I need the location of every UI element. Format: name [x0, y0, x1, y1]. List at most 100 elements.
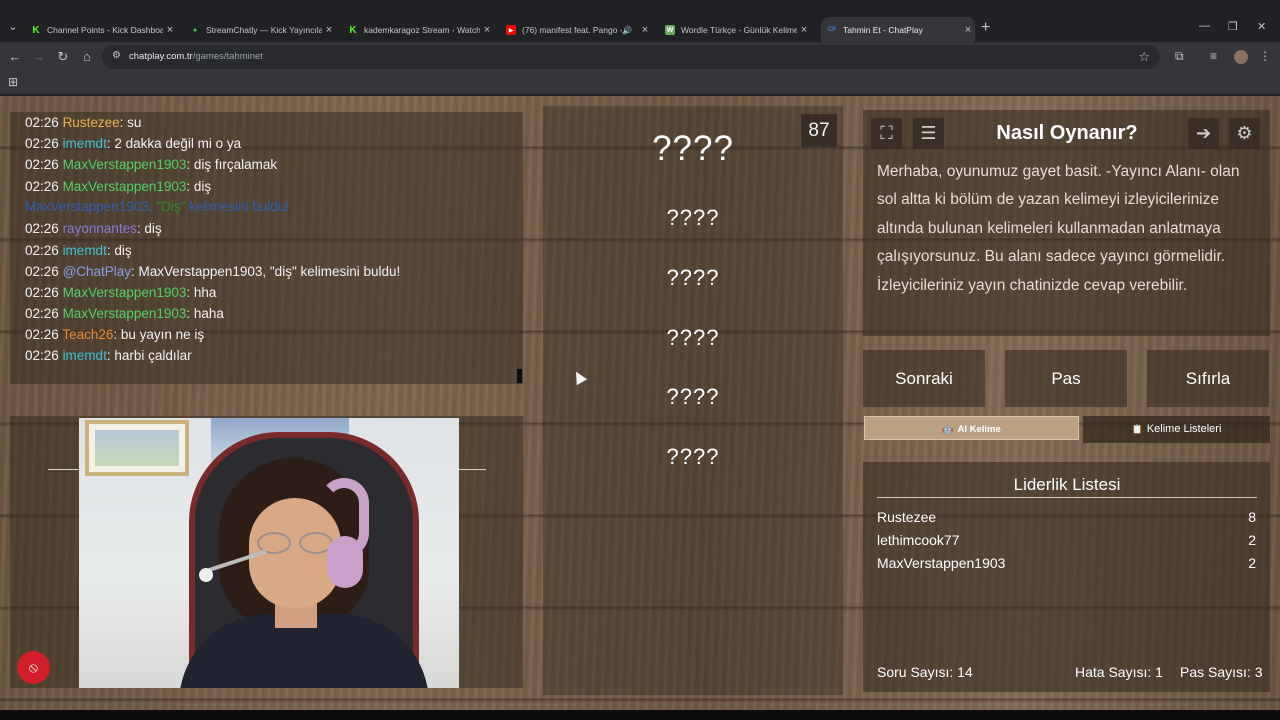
forward-icon[interactable]: → — [31, 49, 47, 65]
chat-text: : 2 dakka değil mi o ya — [106, 136, 242, 151]
minimize-icon[interactable]: — — [1199, 20, 1210, 32]
chat-message: 02:26 MaxVerstappen1903: haha — [25, 306, 224, 321]
next-button[interactable]: Sonraki — [863, 350, 985, 407]
how-to-play-text: Merhaba, oyunumuz gayet basit. -Yayıncı … — [877, 163, 1240, 294]
leaderboard-row: Rustezee 8 — [877, 509, 1257, 525]
chat-scrollbar[interactable] — [517, 369, 522, 383]
reset-button[interactable]: Sıfırla — [1147, 350, 1269, 407]
browser-tab[interactable]: Kkademkaragoz Stream - Watch × — [348, 20, 494, 40]
leaderboard-name: Rustezee — [877, 509, 937, 525]
tab-close-icon[interactable]: × — [480, 24, 494, 36]
reload-icon[interactable]: ↻ — [55, 49, 71, 65]
system-message-word: "Diş" — [156, 199, 186, 214]
tab-title: Tahmin Et - ChatPlay — [843, 24, 923, 35]
site-info-icon[interactable]: ⚙ — [112, 50, 121, 61]
menu-icon[interactable]: ⋮ — [1259, 49, 1271, 63]
main-word: ???? — [652, 129, 734, 168]
chat-timestamp: 02:26 — [25, 285, 59, 300]
taskbar-strip — [0, 710, 1280, 720]
chat-text: : harbi çaldılar — [106, 348, 192, 363]
chat-timestamp: 02:26 — [25, 221, 59, 236]
bookmark-star-icon[interactable]: ☆ — [1138, 49, 1150, 65]
tab-ai-word-label: AI Kelime — [957, 424, 1001, 435]
media-controls-icon[interactable]: ≡ — [1210, 49, 1217, 63]
tab-title: Wordle Türkçe - Günlük Kelime — [681, 25, 797, 35]
chat-username[interactable]: MaxVerstappen1903 — [63, 306, 187, 321]
pass-button[interactable]: Pas — [1005, 350, 1127, 407]
profile-avatar[interactable] — [1234, 50, 1248, 64]
microphone — [199, 568, 213, 582]
chat-username[interactable]: imemdt — [63, 136, 107, 151]
chat-timestamp: 02:26 — [25, 306, 59, 321]
chatplay-icon: CP — [827, 26, 837, 33]
wall-picture — [85, 420, 189, 476]
record-button-icon[interactable]: ⦸ — [17, 651, 50, 684]
chat-timestamp: 02:26 — [25, 327, 59, 342]
youtube-icon: ▶ — [506, 25, 516, 35]
chat-text: : hha — [186, 285, 217, 300]
chat-username[interactable]: Rustezee — [63, 115, 120, 130]
maximize-icon[interactable]: ❐ — [1228, 20, 1238, 33]
tab-ai-word[interactable]: 🤖 AI Kelime — [864, 416, 1079, 440]
logout-icon[interactable]: ➔ — [1188, 118, 1219, 149]
notes-icon[interactable]: ☰ — [913, 118, 944, 149]
chat-timestamp: 02:26 — [25, 243, 59, 258]
extensions-icon[interactable]: ⧉ — [1175, 49, 1184, 64]
tab-close-icon[interactable]: × — [797, 24, 811, 36]
browser-tab[interactable]: W Wordle Türkçe - Günlük Kelime × — [665, 20, 811, 40]
tab-close-icon[interactable]: × — [638, 24, 652, 36]
chat-message: 02:26 imemdt: harbi çaldılar — [25, 348, 192, 363]
chat-username[interactable]: imemdt — [63, 348, 107, 363]
system-message-text: MaxVerstappen1903, — [25, 199, 157, 214]
tab-close-icon[interactable]: × — [961, 24, 975, 36]
browser-tab[interactable]: ▶ (76) manifest feat. Pango - 🔊 × — [506, 20, 652, 40]
error-count: Hata Sayısı: 1 — [1075, 664, 1163, 680]
tab-search-icon[interactable]: ⌄ — [6, 20, 20, 34]
chat-username[interactable]: @ChatPlay — [63, 264, 131, 279]
tab-title: Channel Points - Kick Dashboard — [47, 25, 163, 35]
forbidden-word-slot: ???? — [666, 384, 720, 409]
chat-message: 02:26 @ChatPlay: MaxVerstappen1903, "diş… — [25, 264, 400, 279]
chat-message: 02:26 rayonnantes: diş — [25, 221, 162, 236]
address-bar: ← → ↻ ⌂ ⚙ chatplay.com.tr/games/tahminet… — [0, 42, 1280, 72]
chat-timestamp: 02:26 — [25, 136, 59, 151]
forbidden-word-slot: ???? — [666, 444, 720, 469]
back-icon[interactable]: ← — [7, 49, 23, 65]
chat-username[interactable]: MaxVerstappen1903 — [63, 285, 187, 300]
browser-tab[interactable]: K Channel Points - Kick Dashboard × — [31, 20, 177, 40]
home-icon[interactable]: ⌂ — [79, 49, 95, 65]
omnibox[interactable]: ⚙ chatplay.com.tr/games/tahminet ☆ — [102, 45, 1160, 69]
chat-timestamp: 02:26 — [25, 115, 59, 130]
settings-gear-icon[interactable]: ⚙ — [1229, 118, 1260, 149]
pass-count: Pas Sayısı: 3 — [1180, 664, 1263, 680]
webcam-feed — [79, 418, 459, 688]
new-tab-button[interactable]: + — [981, 19, 990, 37]
tab-title: (76) manifest feat. Pango - — [522, 25, 623, 35]
url-host: chatplay.com.tr — [129, 51, 193, 62]
list-icon: 📋 — [1131, 424, 1143, 434]
tab-word-lists[interactable]: 📋 Kelime Listeleri — [1083, 416, 1270, 443]
system-message-suffix: kelimesini buldu! — [185, 199, 289, 214]
browser-tab[interactable]: CP Tahmin Et - ChatPlay × — [821, 17, 975, 42]
forbidden-word-slot: ???? — [666, 325, 720, 350]
headset-earcup — [327, 536, 363, 588]
speaker-icon[interactable]: 🔊 — [622, 26, 632, 35]
chat-timestamp: 02:26 — [25, 179, 59, 194]
chat-username[interactable]: MaxVerstappen1903 — [63, 179, 187, 194]
browser-tab[interactable]: ● StreamChatly — Kick Yayıncıları × — [190, 20, 336, 40]
chat-username[interactable]: Teach26 — [62, 327, 113, 342]
tab-close-icon[interactable]: × — [163, 24, 177, 36]
fullscreen-icon[interactable]: ⛶ — [871, 118, 902, 149]
chat-username[interactable]: imemdt — [63, 243, 107, 258]
close-window-icon[interactable]: ✕ — [1257, 20, 1266, 33]
question-count: Soru Sayısı: 14 — [877, 664, 973, 680]
tab-word-lists-label: Kelime Listeleri — [1146, 423, 1222, 435]
chat-username[interactable]: MaxVerstappen1903 — [63, 157, 187, 172]
leaderboard-score: 2 — [1248, 555, 1256, 571]
chat-message: 02:26 Rustezee: su — [25, 115, 141, 130]
chat-username[interactable]: rayonnantes — [63, 221, 137, 236]
url-text[interactable]: chatplay.com.tr/games/tahminet — [129, 51, 263, 62]
tab-close-icon[interactable]: × — [322, 24, 336, 36]
tab-title: StreamChatly — Kick Yayıncıları — [206, 25, 322, 35]
apps-grid-icon[interactable]: ⊞ — [8, 75, 18, 89]
